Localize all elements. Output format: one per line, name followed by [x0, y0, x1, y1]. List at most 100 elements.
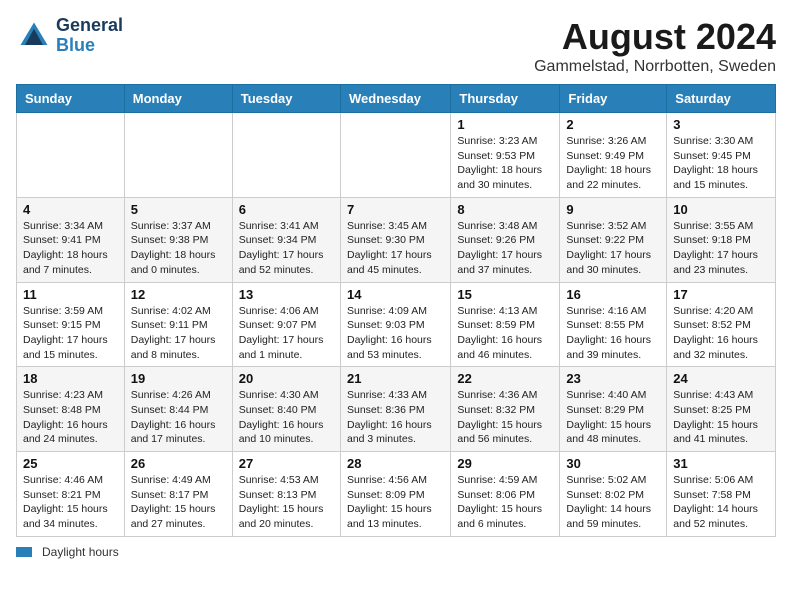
calendar-cell: 30 Sunrise: 5:02 AM Sunset: 8:02 PM Dayli… — [560, 452, 667, 537]
day-number: 13 — [239, 287, 334, 302]
calendar-cell: 3 Sunrise: 3:30 AM Sunset: 9:45 PM Daylig… — [667, 113, 776, 198]
day-info: Sunrise: 3:26 AM Sunset: 9:49 PM Dayligh… — [566, 134, 660, 193]
day-info: Sunrise: 3:37 AM Sunset: 9:38 PM Dayligh… — [131, 219, 226, 278]
calendar-header-row: SundayMondayTuesdayWednesdayThursdayFrid… — [17, 85, 776, 113]
day-number: 20 — [239, 371, 334, 386]
page-header: General Blue August 2024 Gammelstad, Nor… — [16, 16, 776, 76]
calendar-week-row: 4 Sunrise: 3:34 AM Sunset: 9:41 PM Daylig… — [17, 197, 776, 282]
calendar-week-row: 18 Sunrise: 4:23 AM Sunset: 8:48 PM Dayli… — [17, 367, 776, 452]
calendar-cell: 18 Sunrise: 4:23 AM Sunset: 8:48 PM Dayli… — [17, 367, 125, 452]
day-info: Sunrise: 3:45 AM Sunset: 9:30 PM Dayligh… — [347, 219, 444, 278]
column-header-saturday: Saturday — [667, 85, 776, 113]
calendar-cell: 21 Sunrise: 4:33 AM Sunset: 8:36 PM Dayli… — [340, 367, 450, 452]
footer-label: Daylight hours — [42, 545, 119, 559]
calendar-cell: 25 Sunrise: 4:46 AM Sunset: 8:21 PM Dayli… — [17, 452, 125, 537]
calendar-cell — [232, 113, 340, 198]
day-info: Sunrise: 4:53 AM Sunset: 8:13 PM Dayligh… — [239, 473, 334, 532]
calendar-cell: 23 Sunrise: 4:40 AM Sunset: 8:29 PM Dayli… — [560, 367, 667, 452]
day-number: 7 — [347, 202, 444, 217]
calendar-cell: 14Sunrise: 4:09 AM Sunset: 9:03 PM Dayli… — [340, 282, 450, 367]
calendar-cell: 28Sunrise: 4:56 AM Sunset: 8:09 PM Dayli… — [340, 452, 450, 537]
day-number: 29 — [457, 456, 553, 471]
day-number: 12 — [131, 287, 226, 302]
day-number: 24 — [673, 371, 769, 386]
calendar-cell: 29 Sunrise: 4:59 AM Sunset: 8:06 PM Dayli… — [451, 452, 560, 537]
day-info: Sunrise: 3:30 AM Sunset: 9:45 PM Dayligh… — [673, 134, 769, 193]
day-number: 2 — [566, 117, 660, 132]
day-number: 23 — [566, 371, 660, 386]
day-number: 21 — [347, 371, 444, 386]
day-info: Sunrise: 4:06 AM Sunset: 9:07 PM Dayligh… — [239, 304, 334, 363]
day-info: Sunrise: 4:43 AM Sunset: 8:25 PM Dayligh… — [673, 388, 769, 447]
calendar-week-row: 11Sunrise: 3:59 AM Sunset: 9:15 PM Dayli… — [17, 282, 776, 367]
calendar-cell: 19 Sunrise: 4:26 AM Sunset: 8:44 PM Dayli… — [124, 367, 232, 452]
day-info: Sunrise: 4:09 AM Sunset: 9:03 PM Dayligh… — [347, 304, 444, 363]
day-info: Sunrise: 5:02 AM Sunset: 8:02 PM Dayligh… — [566, 473, 660, 532]
logo-text: General Blue — [56, 16, 123, 56]
day-number: 18 — [23, 371, 118, 386]
day-number: 30 — [566, 456, 660, 471]
calendar-cell: 6Sunrise: 3:41 AM Sunset: 9:34 PM Daylig… — [232, 197, 340, 282]
day-info: Sunrise: 4:13 AM Sunset: 8:59 PM Dayligh… — [457, 304, 553, 363]
calendar-cell: 31Sunrise: 5:06 AM Sunset: 7:58 PM Dayli… — [667, 452, 776, 537]
day-number: 3 — [673, 117, 769, 132]
day-info: Sunrise: 5:06 AM Sunset: 7:58 PM Dayligh… — [673, 473, 769, 532]
day-info: Sunrise: 3:55 AM Sunset: 9:18 PM Dayligh… — [673, 219, 769, 278]
day-number: 26 — [131, 456, 226, 471]
daylight-bar-icon — [16, 547, 32, 557]
day-number: 10 — [673, 202, 769, 217]
day-info: Sunrise: 4:36 AM Sunset: 8:32 PM Dayligh… — [457, 388, 553, 447]
calendar-week-row: 1 Sunrise: 3:23 AM Sunset: 9:53 PM Daylig… — [17, 113, 776, 198]
day-info: Sunrise: 3:34 AM Sunset: 9:41 PM Dayligh… — [23, 219, 118, 278]
day-number: 17 — [673, 287, 769, 302]
logo-icon — [16, 18, 52, 54]
calendar-week-row: 25 Sunrise: 4:46 AM Sunset: 8:21 PM Dayli… — [17, 452, 776, 537]
day-info: Sunrise: 4:49 AM Sunset: 8:17 PM Dayligh… — [131, 473, 226, 532]
day-info: Sunrise: 4:16 AM Sunset: 8:55 PM Dayligh… — [566, 304, 660, 363]
calendar-table: SundayMondayTuesdayWednesdayThursdayFrid… — [16, 84, 776, 537]
day-info: Sunrise: 3:23 AM Sunset: 9:53 PM Dayligh… — [457, 134, 553, 193]
day-info: Sunrise: 4:26 AM Sunset: 8:44 PM Dayligh… — [131, 388, 226, 447]
day-info: Sunrise: 4:20 AM Sunset: 8:52 PM Dayligh… — [673, 304, 769, 363]
day-number: 4 — [23, 202, 118, 217]
day-number: 15 — [457, 287, 553, 302]
day-number: 16 — [566, 287, 660, 302]
day-number: 22 — [457, 371, 553, 386]
title-block: August 2024 Gammelstad, Norrbotten, Swed… — [534, 16, 776, 76]
calendar-cell: 4 Sunrise: 3:34 AM Sunset: 9:41 PM Daylig… — [17, 197, 125, 282]
calendar-cell: 5Sunrise: 3:37 AM Sunset: 9:38 PM Daylig… — [124, 197, 232, 282]
calendar-cell: 16 Sunrise: 4:16 AM Sunset: 8:55 PM Dayli… — [560, 282, 667, 367]
day-number: 28 — [347, 456, 444, 471]
calendar-cell: 2 Sunrise: 3:26 AM Sunset: 9:49 PM Daylig… — [560, 113, 667, 198]
calendar-cell: 9 Sunrise: 3:52 AM Sunset: 9:22 PM Daylig… — [560, 197, 667, 282]
month-title: August 2024 — [534, 16, 776, 58]
calendar-cell: 17 Sunrise: 4:20 AM Sunset: 8:52 PM Dayli… — [667, 282, 776, 367]
day-number: 9 — [566, 202, 660, 217]
calendar-cell — [124, 113, 232, 198]
day-info: Sunrise: 4:30 AM Sunset: 8:40 PM Dayligh… — [239, 388, 334, 447]
logo: General Blue — [16, 16, 123, 56]
calendar-cell: 15 Sunrise: 4:13 AM Sunset: 8:59 PM Dayli… — [451, 282, 560, 367]
calendar-cell: 10 Sunrise: 3:55 AM Sunset: 9:18 PM Dayli… — [667, 197, 776, 282]
day-number: 19 — [131, 371, 226, 386]
day-number: 27 — [239, 456, 334, 471]
calendar-cell — [17, 113, 125, 198]
calendar-cell: 8 Sunrise: 3:48 AM Sunset: 9:26 PM Daylig… — [451, 197, 560, 282]
calendar-cell: 22 Sunrise: 4:36 AM Sunset: 8:32 PM Dayli… — [451, 367, 560, 452]
column-header-monday: Monday — [124, 85, 232, 113]
day-info: Sunrise: 4:59 AM Sunset: 8:06 PM Dayligh… — [457, 473, 553, 532]
calendar-cell: 13 Sunrise: 4:06 AM Sunset: 9:07 PM Dayli… — [232, 282, 340, 367]
day-info: Sunrise: 4:33 AM Sunset: 8:36 PM Dayligh… — [347, 388, 444, 447]
day-number: 6 — [239, 202, 334, 217]
calendar-cell: 11Sunrise: 3:59 AM Sunset: 9:15 PM Dayli… — [17, 282, 125, 367]
day-info: Sunrise: 4:46 AM Sunset: 8:21 PM Dayligh… — [23, 473, 118, 532]
day-number: 8 — [457, 202, 553, 217]
day-info: Sunrise: 3:48 AM Sunset: 9:26 PM Dayligh… — [457, 219, 553, 278]
day-info: Sunrise: 4:02 AM Sunset: 9:11 PM Dayligh… — [131, 304, 226, 363]
day-info: Sunrise: 4:23 AM Sunset: 8:48 PM Dayligh… — [23, 388, 118, 447]
day-info: Sunrise: 4:40 AM Sunset: 8:29 PM Dayligh… — [566, 388, 660, 447]
calendar-cell: 26 Sunrise: 4:49 AM Sunset: 8:17 PM Dayli… — [124, 452, 232, 537]
day-number: 25 — [23, 456, 118, 471]
day-info: Sunrise: 3:52 AM Sunset: 9:22 PM Dayligh… — [566, 219, 660, 278]
day-number: 1 — [457, 117, 553, 132]
